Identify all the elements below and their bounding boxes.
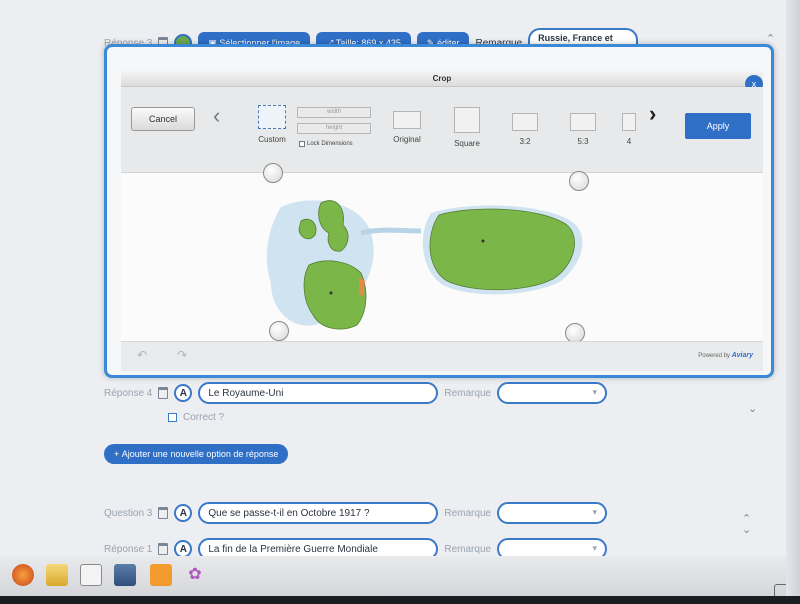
reponse4-input[interactable]: Le Royaume-Uni <box>198 382 439 404</box>
trash-icon[interactable] <box>158 507 169 519</box>
taskbar: ✿ <box>0 556 800 598</box>
reponse1-value: La fin de la Première Guerre Mondiale <box>208 543 378 555</box>
trash-icon[interactable] <box>158 543 169 555</box>
chevron-down-icon[interactable]: ⌄ <box>748 404 757 415</box>
reponse4-row: Réponse 4 A Le Royaume-Uni Remarque <box>104 382 608 404</box>
water-strait <box>360 227 422 236</box>
network-icon[interactable] <box>114 564 136 586</box>
aviary-logo: Aviary <box>731 352 753 359</box>
chevron-right-icon[interactable]: › <box>649 101 656 127</box>
monitor-bezel <box>786 0 800 604</box>
correct-label: Correct ? <box>183 412 225 423</box>
preset-5-3[interactable]: 5:3 <box>563 113 603 146</box>
crop-handle-bottom-right[interactable] <box>565 323 585 343</box>
correct-checkbox[interactable] <box>168 413 177 422</box>
preset-3-2[interactable]: 3:2 <box>505 113 545 146</box>
preset-custom[interactable]: Custom <box>247 105 297 144</box>
monitor-bezel-bottom <box>0 596 800 604</box>
trash-icon[interactable] <box>158 387 169 399</box>
reponse1-label: Réponse 1 <box>104 543 153 555</box>
question3-value: Que se passe-t-il en Octobre 1917 ? <box>208 507 370 519</box>
map-image <box>266 200 583 330</box>
remark-label: Remarque <box>444 507 492 519</box>
undo-icon[interactable]: ↶ <box>137 348 147 362</box>
width-field[interactable]: width <box>297 107 371 118</box>
presentation-icon[interactable] <box>150 564 172 586</box>
crop-modal: Crop x Cancel ‹ Custom width height Lock… <box>104 44 774 378</box>
remark-label: Remarque <box>444 543 492 555</box>
document-icon[interactable] <box>80 564 102 586</box>
preset-4[interactable]: 4 <box>619 113 639 146</box>
remark-dropdown[interactable] <box>497 382 608 404</box>
question3-row: Question 3 A Que se passe-t-il en Octobr… <box>104 502 608 524</box>
custom-box <box>258 105 286 129</box>
crop-handle-top-right[interactable] <box>569 171 589 191</box>
ratio-box <box>570 113 596 131</box>
modal-footer: ↶ ↷ Powered by Aviary <box>121 341 763 371</box>
modal-title: Crop <box>121 71 763 87</box>
height-field[interactable]: height <box>297 123 371 134</box>
chevron-left-icon[interactable]: ‹ <box>213 103 220 129</box>
reponse4-value: Le Royaume-Uni <box>208 387 284 399</box>
correct-row: Correct ? <box>168 412 224 423</box>
remark-dropdown[interactable] <box>497 502 608 524</box>
preset-square[interactable]: Square <box>447 107 487 148</box>
reponse4-label: Réponse 4 <box>104 387 153 399</box>
apply-button[interactable]: Apply <box>685 113 751 139</box>
firefox-icon[interactable] <box>12 564 34 586</box>
lock-checkbox[interactable] <box>299 141 305 147</box>
square-box <box>454 107 480 133</box>
ireland-shape <box>298 218 317 240</box>
ratio-box <box>512 113 538 131</box>
lock-label: Lock Dimensions <box>307 141 353 147</box>
lock-dimensions[interactable]: Lock Dimensions <box>299 141 353 147</box>
crop-toolbar: Cancel ‹ Custom width height Lock Dimens… <box>121 87 763 173</box>
preset-label: 5:3 <box>577 137 589 146</box>
plus-icon: + <box>114 449 120 459</box>
letter-a-icon[interactable]: A <box>174 384 193 402</box>
question3-input[interactable]: Que se passe-t-il en Octobre 1917 ? <box>198 502 439 524</box>
folder-icon[interactable] <box>46 564 68 586</box>
chevron-up-icon[interactable]: ⌃⌄ <box>742 514 751 536</box>
redo-icon[interactable]: ↷ <box>177 348 187 362</box>
preset-label: 4 <box>626 137 632 146</box>
letter-a-icon[interactable]: A <box>174 504 193 522</box>
cancel-button[interactable]: Cancel <box>131 107 195 131</box>
map-label-dot <box>481 239 485 243</box>
question3-label: Question 3 <box>104 507 153 519</box>
paint-icon[interactable]: ✿ <box>184 564 206 586</box>
crop-handle-top-left[interactable] <box>263 163 283 183</box>
powered-by: Powered by Aviary <box>698 352 753 359</box>
preset-label: Original <box>393 135 421 144</box>
russia-shape <box>429 208 575 291</box>
map-label-dot <box>329 291 333 295</box>
crop-handle-bottom-left[interactable] <box>269 321 289 341</box>
add-option-button[interactable]: + Ajouter une nouvelle option de réponse <box>104 444 289 464</box>
screen: Réponse 3 ▣ Sélectionner l'image ⤢ Taill… <box>0 0 800 604</box>
original-box <box>393 111 421 129</box>
preset-label: 3:2 <box>519 137 531 146</box>
preset-original[interactable]: Original <box>387 111 427 144</box>
powered-label: Powered by <box>698 353 730 359</box>
add-option-label: Ajouter une nouvelle option de réponse <box>121 449 279 459</box>
preset-label: Square <box>454 139 480 148</box>
preset-label: Custom <box>258 135 286 144</box>
remark-label: Remarque <box>444 387 492 399</box>
ratio-box <box>622 113 636 131</box>
crop-canvas[interactable] <box>121 163 763 343</box>
